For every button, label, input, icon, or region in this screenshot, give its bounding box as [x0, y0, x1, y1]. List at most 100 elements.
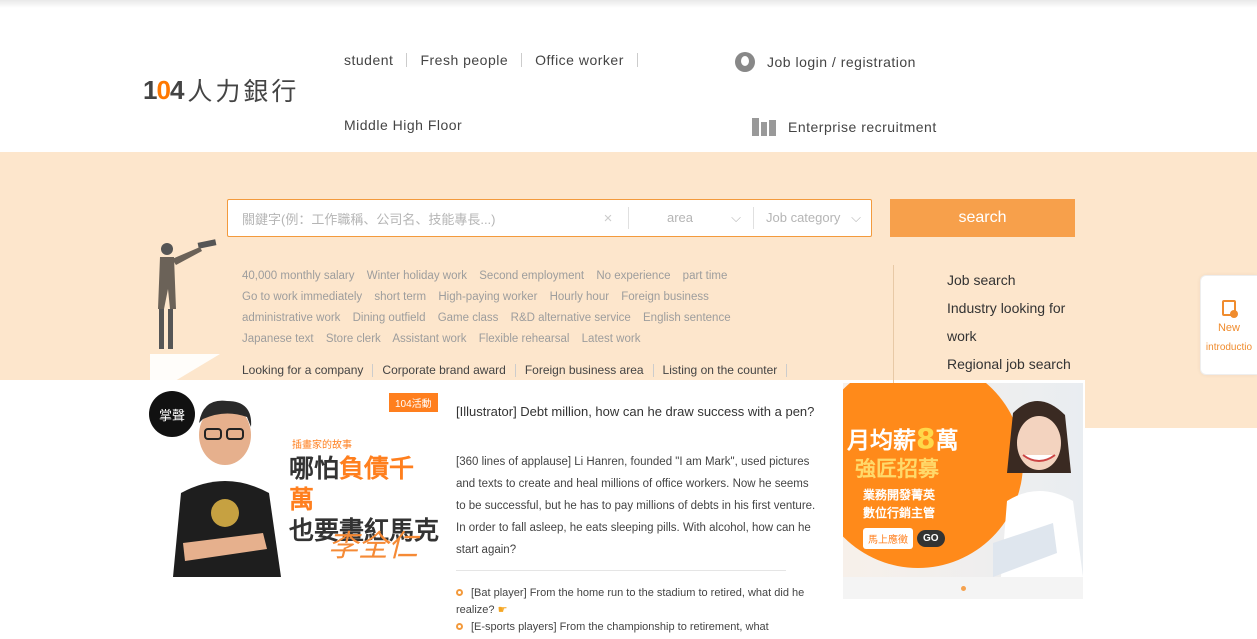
- article-divider: [456, 570, 786, 571]
- pointing-hand-icon: ☛: [497, 604, 508, 616]
- event-badge: 104活動: [389, 393, 438, 412]
- tag-item[interactable]: Second employment: [479, 270, 584, 282]
- link-separator: [372, 363, 374, 377]
- article-title[interactable]: [Illustrator] Debt million, how can he d…: [456, 402, 816, 421]
- ad-subheadline: 強匠招募: [855, 457, 939, 481]
- banner-subtitle: 插畫家的故事: [292, 440, 352, 451]
- side-link-industry[interactable]: Industry looking for work: [947, 294, 1087, 350]
- bullet-icon: [456, 623, 463, 630]
- ad-position: 數位行銷主管: [863, 506, 936, 520]
- tag-item[interactable]: part time: [683, 270, 728, 282]
- nav-separator: [636, 53, 638, 67]
- tag-item[interactable]: Assistant work: [392, 333, 466, 345]
- link-listing-on-counter[interactable]: Listing on the counter: [663, 363, 778, 377]
- nav-middle-high-floor[interactable]: Middle High Floor: [344, 117, 462, 133]
- hot-tags: 40,000 monthly salary Winter holiday wor…: [242, 266, 862, 350]
- job-category-label: Job category: [766, 210, 841, 225]
- link-corporate-brand-award[interactable]: Corporate brand award: [382, 363, 505, 377]
- job-category-select[interactable]: Job category ⌵: [754, 210, 871, 226]
- page: 104 人力銀行 student Fresh people Office wor…: [0, 0, 1257, 639]
- nav-student[interactable]: student: [344, 52, 393, 68]
- tag-item[interactable]: Japanese text: [242, 333, 314, 345]
- ad-positions: 業務開發菁英 數位行銷主管: [863, 486, 935, 522]
- enterprise-link[interactable]: Enterprise recruitment: [752, 118, 937, 136]
- applause-logo: 掌聲: [149, 391, 195, 437]
- bullet-icon: [456, 589, 463, 596]
- new-introduction-tab[interactable]: New introductio: [1200, 275, 1257, 375]
- nav-separator: [406, 53, 408, 67]
- link-separator: [786, 363, 788, 377]
- enterprise-label: Enterprise recruitment: [788, 119, 937, 135]
- signature: 李全仁: [328, 529, 418, 564]
- user-icon: [735, 52, 755, 72]
- tag-item[interactable]: Hourly hour: [550, 291, 609, 303]
- audience-nav: student Fresh people Office worker: [344, 52, 651, 68]
- side-link-job-search[interactable]: Job search: [947, 266, 1087, 294]
- tag-item[interactable]: short term: [374, 291, 426, 303]
- search-bar: 關鍵字(例：工作職稱、公司名、技能專長...) × area ⌵ Job cate…: [227, 199, 872, 237]
- tag-item[interactable]: Flexible rehearsal: [479, 333, 570, 345]
- chevron-down-icon: ⌵: [851, 210, 861, 225]
- search-band-extension: [1085, 380, 1257, 428]
- carousel-dots: [843, 577, 1083, 599]
- vertical-divider: [893, 265, 894, 385]
- tag-item[interactable]: 40,000 monthly salary: [242, 270, 355, 282]
- nav-office-worker[interactable]: Office worker: [535, 52, 624, 68]
- related-article-item[interactable]: [Bat player] From the home run to the st…: [456, 585, 826, 619]
- logo-text: 人力銀行: [187, 77, 300, 106]
- tag-item[interactable]: Store clerk: [326, 333, 381, 345]
- logo[interactable]: 104 人力銀行: [143, 72, 299, 108]
- tag-item[interactable]: Game class: [438, 312, 499, 324]
- go-icon: GO: [917, 530, 945, 547]
- search-button[interactable]: search: [890, 199, 1075, 237]
- tag-item[interactable]: Dining outfield: [353, 312, 426, 324]
- link-looking-for-company[interactable]: Looking for a company: [242, 363, 363, 377]
- building-icon: [752, 118, 777, 136]
- ad-apply-label: 馬上應徵: [863, 528, 913, 549]
- top-shadow: [0, 0, 1257, 8]
- quick-links: Looking for a company Corporate brand aw…: [242, 363, 796, 377]
- tag-item[interactable]: R&D alternative service: [511, 312, 631, 324]
- link-foreign-business-area[interactable]: Foreign business area: [525, 363, 644, 377]
- nav-fresh-people[interactable]: Fresh people: [420, 52, 508, 68]
- related-article-text: [E-sports players] From the championship…: [471, 621, 769, 633]
- area-select[interactable]: area ⌵: [629, 210, 753, 226]
- telescope-figure-illustration: [150, 239, 220, 384]
- ad-headline-a: 月均薪: [847, 428, 916, 454]
- carousel-dot-active[interactable]: [960, 585, 966, 591]
- tag-item[interactable]: English sentence: [643, 312, 731, 324]
- ad-headline-c: 萬: [935, 428, 959, 454]
- related-article-item[interactable]: [E-sports players] From the championship…: [456, 619, 826, 636]
- area-label: area: [667, 210, 694, 225]
- new-tab-label: New: [1217, 322, 1240, 334]
- ad-headline: 月均薪8萬: [847, 421, 958, 455]
- tag-item[interactable]: Latest work: [582, 333, 641, 345]
- side-search-links: Job search Industry looking for work Reg…: [947, 266, 1087, 378]
- new-tab-sublabel: introductio: [1205, 342, 1253, 353]
- document-icon: [1222, 300, 1238, 318]
- tag-item[interactable]: Foreign business: [621, 291, 709, 303]
- tag-item[interactable]: Go to work immediately: [242, 291, 362, 303]
- tag-item[interactable]: administrative work: [242, 312, 340, 324]
- ad-position: 業務開發菁英: [863, 488, 936, 502]
- woman-illustration: [993, 400, 1083, 577]
- tag-item[interactable]: High-paying worker: [438, 291, 537, 303]
- related-article-text: [Bat player] From the home run to the st…: [456, 587, 805, 616]
- link-separator: [652, 363, 654, 377]
- recruitment-ad[interactable]: 月均薪8萬 強匠招募 業務開發菁英 數位行銷主管 馬上應徵 GO: [843, 383, 1083, 577]
- related-articles: [Bat player] From the home run to the st…: [456, 585, 826, 636]
- ad-headline-number: 8: [916, 422, 936, 455]
- article-banner[interactable]: 掌聲 104活動 插畫家的故事 哪怕負債千萬 也要畫紅馬克 李全仁: [143, 383, 439, 577]
- ad-apply-button[interactable]: 馬上應徵 GO: [863, 528, 945, 549]
- keyword-input[interactable]: 關鍵字(例：工作職稱、公司名、技能專長...): [228, 209, 588, 228]
- clear-icon[interactable]: ×: [588, 210, 628, 227]
- link-separator: [514, 363, 516, 377]
- tag-item[interactable]: No experience: [596, 270, 670, 282]
- tag-item[interactable]: Winter holiday work: [367, 270, 467, 282]
- side-link-regional[interactable]: Regional job search: [947, 350, 1087, 378]
- banner-headline-part: 哪怕: [289, 454, 340, 483]
- job-login-link[interactable]: Job login / registration: [735, 52, 916, 72]
- chevron-down-icon: ⌵: [731, 210, 741, 225]
- job-login-label: Job login / registration: [767, 54, 916, 70]
- logo-number: 104: [143, 74, 184, 105]
